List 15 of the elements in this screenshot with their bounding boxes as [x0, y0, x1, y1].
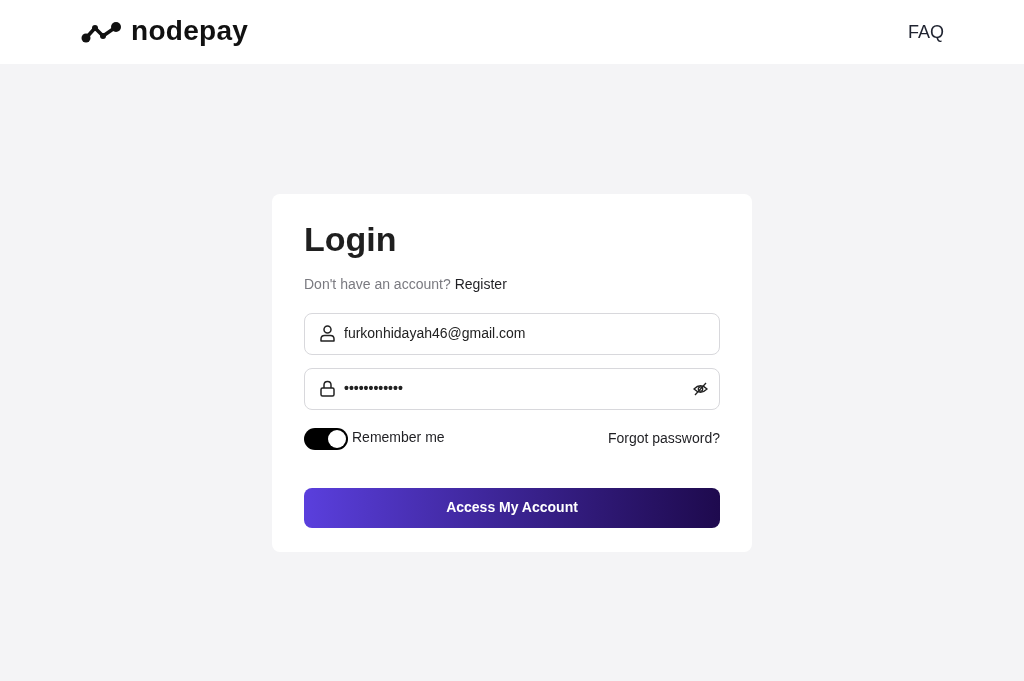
register-link[interactable]: Register — [454, 273, 507, 294]
eye-slash-icon[interactable] — [693, 381, 708, 396]
email-field[interactable]: furkonhidayah46@gmail.com — [304, 312, 720, 355]
lock-icon — [320, 380, 335, 397]
remember-toggle[interactable] — [304, 427, 348, 450]
logo-icon — [81, 21, 122, 43]
password-field[interactable]: •••••••••••• — [304, 367, 720, 410]
user-icon — [320, 325, 335, 342]
forgot-password-link[interactable]: Forgot password? — [607, 428, 720, 449]
access-account-button[interactable]: Access My Account — [304, 487, 720, 528]
faq-link[interactable]: FAQ — [908, 18, 944, 46]
remember-label: Remember me — [352, 428, 445, 447]
logo-text: nodepay — [131, 16, 249, 48]
login-title: Login — [304, 218, 398, 260]
account-prompt: Don't have an account? — [304, 274, 451, 294]
